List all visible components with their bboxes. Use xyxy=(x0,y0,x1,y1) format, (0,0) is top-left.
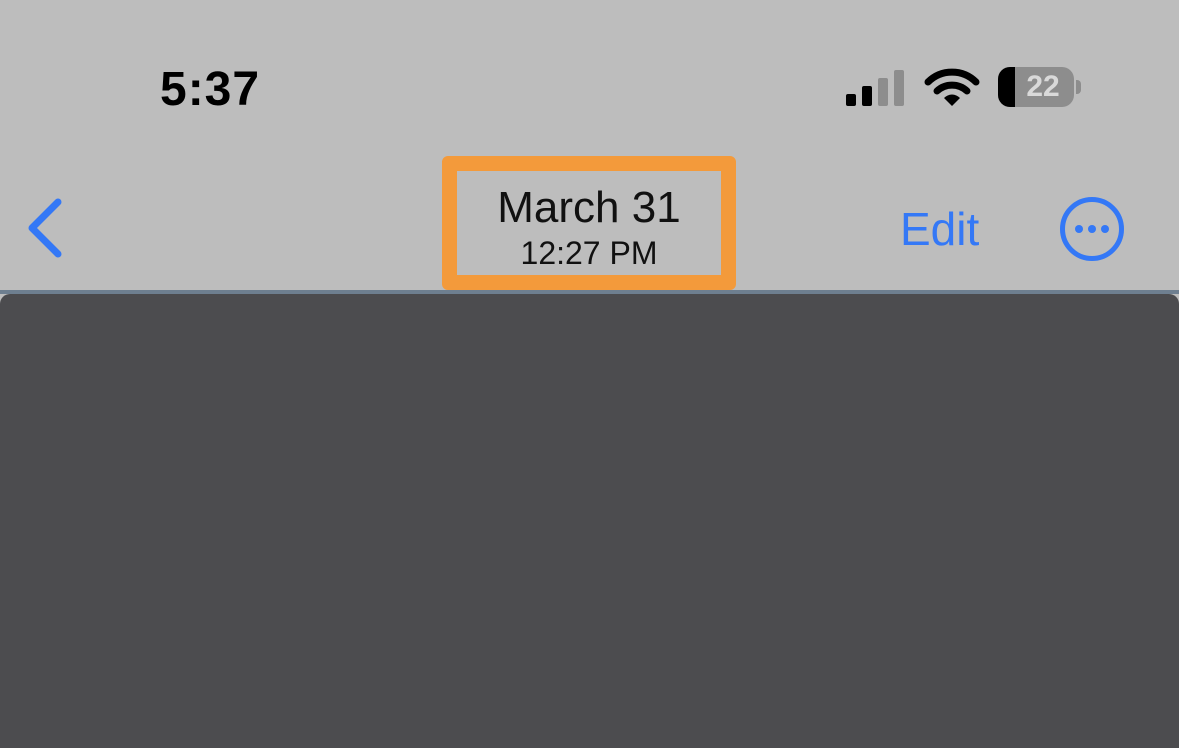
wifi-icon xyxy=(924,68,980,106)
title-time: 12:27 PM xyxy=(520,235,658,271)
battery-body: 22 xyxy=(998,67,1074,107)
chevron-left-icon[interactable] xyxy=(22,196,70,260)
signal-icon xyxy=(846,70,904,106)
edit-button[interactable]: Edit xyxy=(900,202,979,256)
battery-icon: 22 xyxy=(998,67,1082,109)
nav-title: March 31 12:27 PM xyxy=(442,156,736,290)
ellipsis-circle-icon[interactable] xyxy=(1059,196,1125,262)
battery-cap xyxy=(1076,80,1081,94)
photo-content-area[interactable] xyxy=(0,294,1179,748)
title-date: March 31 xyxy=(497,183,681,232)
status-time: 5:37 xyxy=(160,63,261,116)
photo-detail-screen: 5:37 22 March 31 12:27 PM Edit xyxy=(0,0,1179,748)
battery-level: 22 xyxy=(1026,70,1060,103)
